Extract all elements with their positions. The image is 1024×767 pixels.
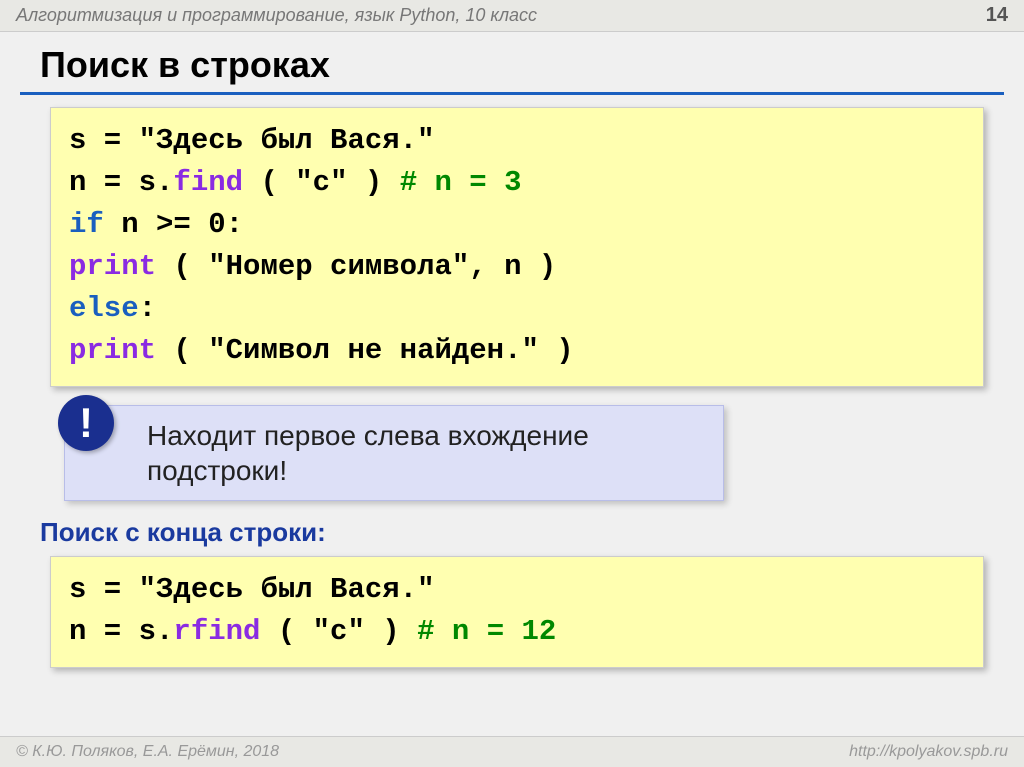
title-underline bbox=[20, 92, 1004, 95]
code-line: s = "Здесь был Вася." bbox=[69, 120, 965, 162]
slide-title: Поиск в строках bbox=[40, 44, 1024, 86]
code-block-2: s = "Здесь был Вася." n = s.rfind ( "с" … bbox=[50, 556, 984, 668]
code-line: n = s.rfind ( "с" ) # n = 12 bbox=[69, 611, 965, 653]
callout: ! Находит первое слева вхождение подстро… bbox=[64, 405, 984, 501]
code-block-1: s = "Здесь был Вася." n = s.find ( "с" )… bbox=[50, 107, 984, 387]
footer-bar: © К.Ю. Поляков, Е.А. Ерёмин, 2018 http:/… bbox=[0, 736, 1024, 767]
code-line: s = "Здесь был Вася." bbox=[69, 569, 965, 611]
header-bar: Алгоритмизация и программирование, язык … bbox=[0, 0, 1024, 32]
footer-left: © К.Ю. Поляков, Е.А. Ерёмин, 2018 bbox=[16, 743, 279, 761]
code-line: else: bbox=[69, 288, 965, 330]
page-number: 14 bbox=[986, 4, 1008, 27]
header-title: Алгоритмизация и программирование, язык … bbox=[16, 5, 537, 26]
code-line: if n >= 0: bbox=[69, 204, 965, 246]
code-line: print ( "Символ не найден." ) bbox=[69, 330, 965, 372]
callout-text: Находит первое слева вхождение подстроки… bbox=[64, 405, 724, 501]
footer-right: http://kpolyakov.spb.ru bbox=[849, 743, 1008, 761]
code-line: print ( "Номер символа", n ) bbox=[69, 246, 965, 288]
code-line: n = s.find ( "с" ) # n = 3 bbox=[69, 162, 965, 204]
exclamation-icon: ! bbox=[58, 395, 114, 451]
subtitle: Поиск с конца строки: bbox=[40, 517, 1024, 548]
